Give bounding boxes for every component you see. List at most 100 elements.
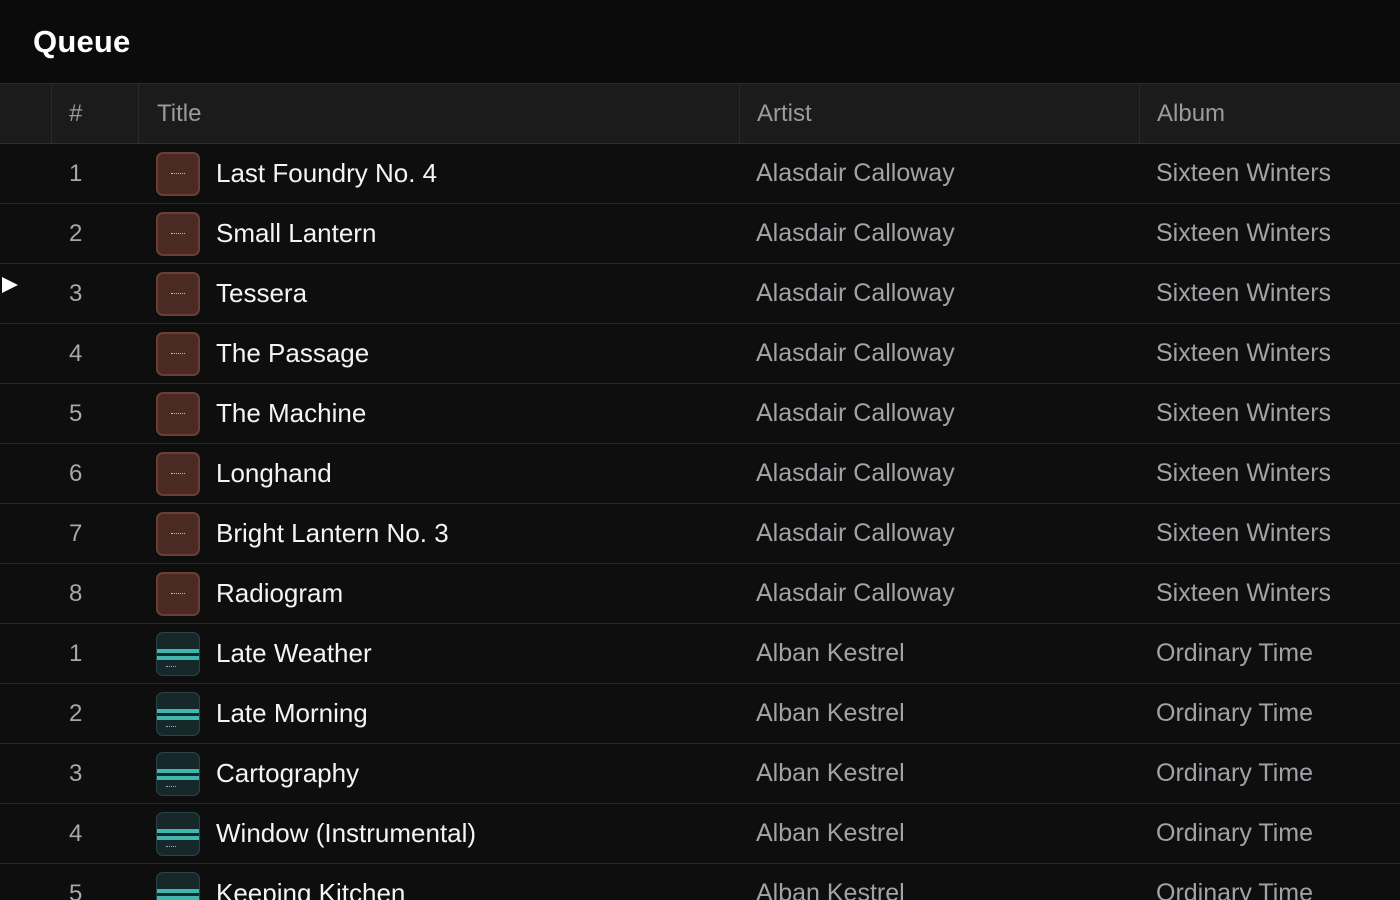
track-number: 5: [69, 399, 83, 427]
track-title: Cartography: [216, 758, 360, 788]
track-title: Late Morning: [216, 698, 368, 728]
track-title: Radiogram: [216, 578, 344, 608]
track-artist: Alasdair Calloway: [756, 219, 955, 247]
album-art-thumbnail: [156, 391, 200, 436]
track-number: 7: [69, 519, 83, 547]
track-row[interactable]: 8 Radiogram Alasdair Calloway Sixteen Winte…: [0, 564, 1400, 624]
track-row[interactable]: 5 Keeping Kitchen Alban Kestrel Ordinary Ti…: [0, 864, 1400, 900]
row-gutter: [0, 444, 51, 503]
row-gutter: [0, 384, 51, 443]
album-art-thumbnail: [156, 871, 200, 900]
track-number: 2: [69, 219, 83, 247]
track-title-cell: Cartography: [138, 744, 739, 803]
track-row[interactable]: 4 The Passage Alasdair Calloway Sixteen Win…: [0, 324, 1400, 384]
album-art-thumbnail: [156, 631, 200, 676]
track-row[interactable]: 1 Last Foundry No. 4 Alasdair Calloway Sixt…: [0, 144, 1400, 204]
track-row[interactable]: 3 Cartography Alban Kestrel Ordinary Time: [0, 744, 1400, 804]
track-number: 3: [69, 279, 83, 307]
track-row[interactable]: 1 Late Weather Alban Kestrel Ordinary Time: [0, 624, 1400, 684]
track-row[interactable]: 7 Bright Lantern No. 3 Alasdair Calloway Si…: [0, 504, 1400, 564]
track-album: Sixteen Winters: [1156, 219, 1332, 247]
track-title: Keeping Kitchen: [216, 878, 406, 900]
track-album: Sixteen Winters: [1156, 279, 1332, 307]
row-gutter: [0, 864, 51, 900]
album-art-thumbnail: [156, 511, 200, 556]
album-art-thumbnail: [156, 751, 200, 796]
track-artist: Alban Kestrel: [756, 879, 905, 900]
track-number: 8: [69, 579, 83, 607]
column-header-artist[interactable]: Artist: [739, 84, 1139, 143]
track-artist: Alasdair Calloway: [756, 579, 955, 607]
track-number: 4: [69, 819, 83, 847]
row-gutter: [0, 744, 51, 803]
track-artist: Alasdair Calloway: [756, 519, 955, 547]
track-album: Ordinary Time: [1156, 819, 1313, 847]
album-art-thumbnail: [156, 331, 200, 376]
track-row[interactable]: 2 Late Morning Alban Kestrel Ordinary Time: [0, 684, 1400, 744]
track-album: Ordinary Time: [1156, 759, 1313, 787]
row-gutter: [0, 264, 51, 323]
track-album: Sixteen Winters: [1156, 399, 1332, 427]
header-gutter: [0, 84, 51, 143]
track-title-cell: Last Foundry No. 4: [138, 144, 739, 203]
track-title: Late Weather: [216, 638, 372, 668]
track-title: Bright Lantern No. 3: [216, 518, 449, 548]
track-number: 3: [69, 759, 83, 787]
column-header-album[interactable]: Album: [1139, 84, 1400, 143]
track-album: Sixteen Winters: [1156, 339, 1332, 367]
track-album: Ordinary Time: [1156, 639, 1313, 667]
row-gutter: [0, 504, 51, 563]
row-gutter: [0, 804, 51, 863]
track-number: 1: [69, 159, 83, 187]
track-title-cell: The Machine: [138, 384, 739, 443]
track-album: Sixteen Winters: [1156, 159, 1332, 187]
track-title-cell: Small Lantern: [138, 204, 739, 263]
track-row[interactable]: 5 The Machine Alasdair Calloway Sixteen Win…: [0, 384, 1400, 444]
track-artist: Alasdair Calloway: [756, 159, 955, 187]
album-art-thumbnail: [156, 571, 200, 616]
track-title: Longhand: [216, 458, 332, 488]
track-list: 1 Last Foundry No. 4 Alasdair Calloway Sixt…: [0, 144, 1400, 900]
track-number: 2: [69, 699, 83, 727]
row-gutter: [0, 684, 51, 743]
track-row[interactable]: 3 Tessera Alasdair Calloway Sixteen Winters: [0, 264, 1400, 324]
now-playing-icon: [2, 276, 18, 293]
track-title-cell: Keeping Kitchen: [138, 864, 739, 900]
row-gutter: [0, 324, 51, 383]
track-title: The Machine: [216, 398, 367, 428]
column-header-title[interactable]: Title: [138, 84, 739, 143]
track-title: Tessera: [216, 278, 308, 308]
track-title-cell: The Passage: [138, 324, 739, 383]
track-artist: Alasdair Calloway: [756, 339, 955, 367]
track-row[interactable]: 6 Longhand Alasdair Calloway Sixteen Winter…: [0, 444, 1400, 504]
track-artist: Alban Kestrel: [756, 759, 905, 787]
album-art-thumbnail: [156, 451, 200, 496]
track-title: The Passage: [216, 338, 370, 368]
track-number: 5: [69, 879, 83, 900]
track-title-cell: Window (Instrumental): [138, 804, 739, 863]
track-artist: Alasdair Calloway: [756, 399, 955, 427]
track-album: Sixteen Winters: [1156, 459, 1332, 487]
column-header-number[interactable]: #: [51, 84, 138, 143]
album-art-thumbnail: [156, 811, 200, 856]
track-title-cell: Late Morning: [138, 684, 739, 743]
track-artist: Alasdair Calloway: [756, 459, 955, 487]
track-title: Small Lantern: [216, 218, 377, 248]
track-number: 1: [69, 639, 83, 667]
row-gutter: [0, 204, 51, 263]
track-title: Last Foundry No. 4: [216, 158, 438, 188]
track-title-cell: Radiogram: [138, 564, 739, 623]
album-art-thumbnail: [156, 271, 200, 316]
row-gutter: [0, 144, 51, 203]
track-artist: Alasdair Calloway: [756, 279, 955, 307]
track-title-cell: Late Weather: [138, 624, 739, 683]
album-art-thumbnail: [156, 691, 200, 736]
track-row[interactable]: 2 Small Lantern Alasdair Calloway Sixteen W…: [0, 204, 1400, 264]
page-title: Queue: [33, 23, 131, 59]
track-album: Sixteen Winters: [1156, 579, 1332, 607]
track-row[interactable]: 4 Window (Instrumental) Alban Kestrel Ordin…: [0, 804, 1400, 864]
track-artist: Alban Kestrel: [756, 819, 905, 847]
track-title-cell: Bright Lantern No. 3: [138, 504, 739, 563]
title-bar: Queue: [0, 0, 1400, 84]
track-title: Window (Instrumental): [216, 818, 477, 848]
